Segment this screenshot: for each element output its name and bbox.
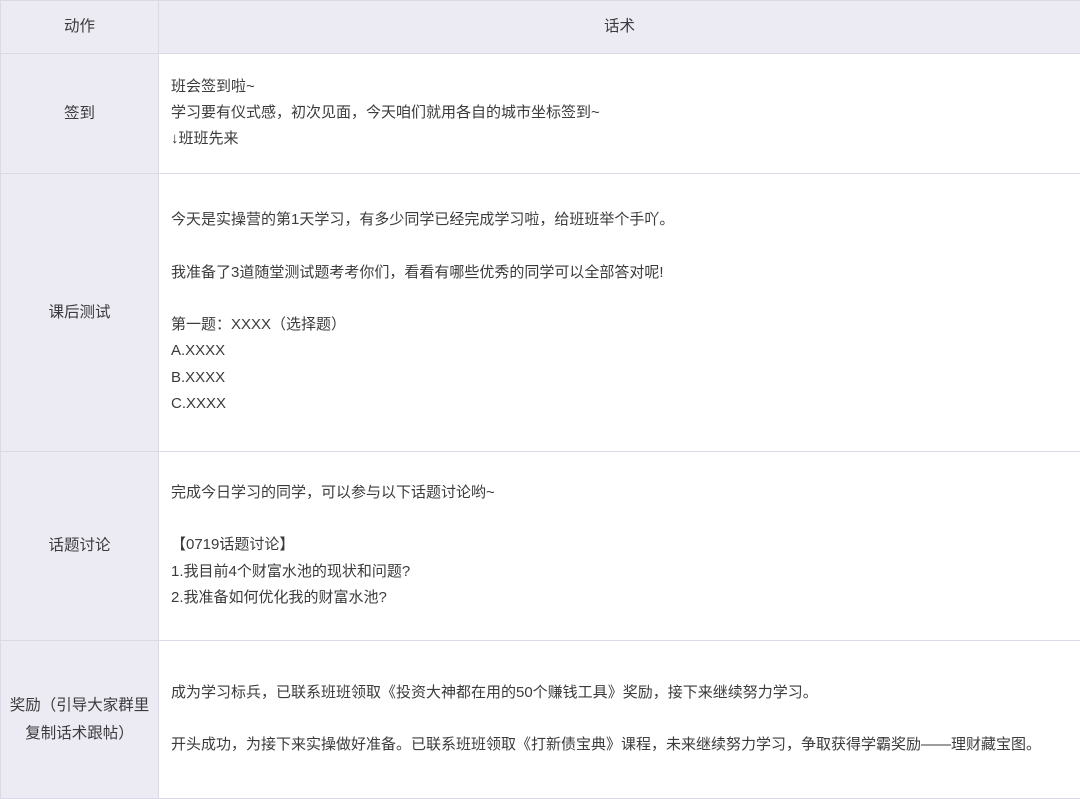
column-header-script: 话术	[159, 1, 1080, 54]
script-line: C.XXXX	[171, 391, 1066, 417]
row-action-label: 话题讨论	[1, 452, 159, 641]
script-line: 1.我目前4个财富水池的现状和问题?	[171, 559, 1066, 585]
row-action-label: 奖励（引导大家群里复制话术跟帖）	[1, 641, 159, 799]
script-line: 2.我准备如何优化我的财富水池?	[171, 585, 1066, 611]
table-body: 签到 班会签到啦~ 学习要有仪式感，初次见面，今天咱们就用各自的城市坐标签到~ …	[1, 54, 1080, 799]
script-line: 【0719话题讨论】	[171, 532, 1066, 558]
column-header-action: 动作	[1, 1, 159, 54]
row-action-label: 签到	[1, 54, 159, 174]
script-table: 动作 话术 签到 班会签到啦~ 学习要有仪式感，初次见面，今天咱们就用各自的城市…	[0, 0, 1080, 799]
script-line: 我准备了3道随堂测试题考考你们，看看有哪些优秀的同学可以全部答对呢!	[171, 260, 1066, 286]
table-row: 课后测试 今天是实操营的第1天学习，有多少同学已经完成学习啦，给班班举个手吖。 …	[1, 174, 1080, 452]
script-line: ↓班班先来	[171, 126, 1066, 152]
script-line: 完成今日学习的同学，可以参与以下话题讨论哟~	[171, 480, 1066, 506]
script-line: B.XXXX	[171, 365, 1066, 391]
row-script-content: 成为学习标兵，已联系班班领取《投资大神都在用的50个赚钱工具》奖励，接下来继续努…	[159, 641, 1080, 799]
table-header-row: 动作 话术	[1, 1, 1080, 54]
script-line: 学习要有仪式感，初次见面，今天咱们就用各自的城市坐标签到~	[171, 100, 1066, 126]
script-line: 班会签到啦~	[171, 74, 1066, 100]
table-row: 话题讨论 完成今日学习的同学，可以参与以下话题讨论哟~ 【0719话题讨论】 1…	[1, 452, 1080, 641]
table-row: 奖励（引导大家群里复制话术跟帖） 成为学习标兵，已联系班班领取《投资大神都在用的…	[1, 641, 1080, 799]
script-line: A.XXXX	[171, 338, 1066, 364]
row-script-content: 完成今日学习的同学，可以参与以下话题讨论哟~ 【0719话题讨论】 1.我目前4…	[159, 452, 1080, 641]
script-line: 开头成功，为接下来实操做好准备。已联系班班领取《打新债宝典》课程，未来继续努力学…	[171, 732, 1066, 758]
table-header: 动作 话术	[1, 1, 1080, 54]
row-script-content: 今天是实操营的第1天学习，有多少同学已经完成学习啦，给班班举个手吖。 我准备了3…	[159, 174, 1080, 452]
table-row: 签到 班会签到啦~ 学习要有仪式感，初次见面，今天咱们就用各自的城市坐标签到~ …	[1, 54, 1080, 174]
script-line: 第一题：XXXX（选择题）	[171, 312, 1066, 338]
row-action-label: 课后测试	[1, 174, 159, 452]
row-script-content: 班会签到啦~ 学习要有仪式感，初次见面，今天咱们就用各自的城市坐标签到~ ↓班班…	[159, 54, 1080, 174]
script-line: 今天是实操营的第1天学习，有多少同学已经完成学习啦，给班班举个手吖。	[171, 207, 1066, 233]
